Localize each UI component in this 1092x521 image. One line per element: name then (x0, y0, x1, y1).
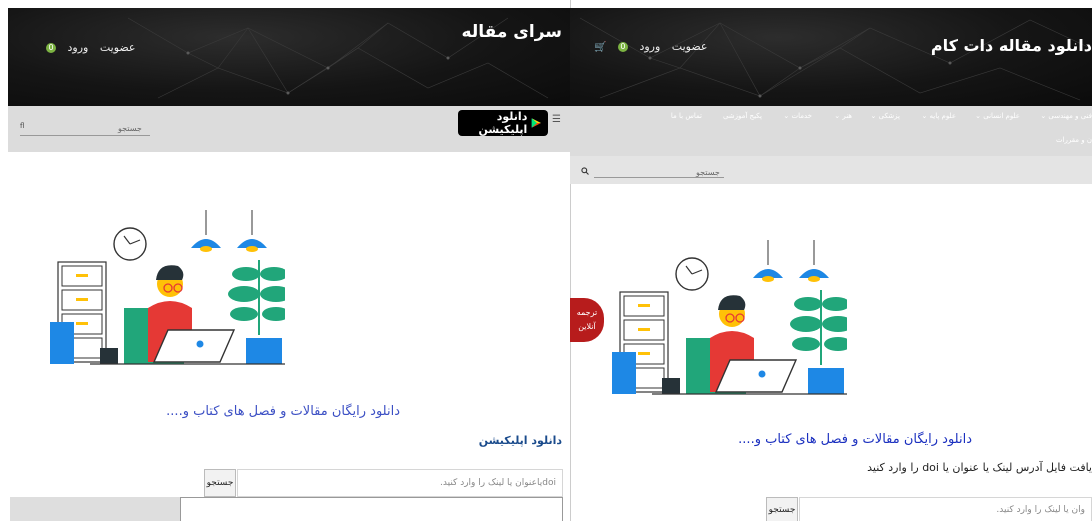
nav-item-services[interactable]: خدمات ⌄ (783, 112, 812, 120)
nav-item-medicine[interactable]: پزشکی ⌄ (871, 112, 900, 120)
nav-item-contact[interactable]: تماس با ما (671, 112, 702, 120)
nav-item-engineering[interactable]: فنی و مهندسی ⌄ (1040, 112, 1092, 120)
network-pattern (579, 17, 1091, 101)
left-window: سرای مقاله 0 عضویت ورود جستجو fl دانلود … (0, 0, 570, 521)
site-title[interactable]: دانلود مقاله دات کام (931, 36, 1092, 55)
footer-block (10, 497, 180, 521)
site-title[interactable]: سرای مقاله (462, 22, 562, 42)
search-bar: جستجو (570, 156, 1092, 184)
login-link[interactable]: ورود (68, 41, 89, 54)
search-button[interactable]: جستجو (204, 469, 236, 497)
right-window: دانلود مقاله دات کام 🛒 0 عضویت ورود فنی … (570, 0, 1092, 521)
nav-item-basic-sciences[interactable]: علوم پایه ⌄ (921, 112, 956, 120)
search-bar: جستجو fl دانلود اپلیکیشن ☰ (8, 106, 570, 152)
illustration (612, 240, 847, 395)
header-hero: دانلود مقاله دات کام 🛒 0 عضویت ورود (570, 8, 1092, 106)
cart-icon[interactable]: 🛒 (594, 42, 606, 53)
download-app-label: دانلود اپلیکیشن (478, 110, 528, 136)
translate-line1: ترجمه (576, 308, 598, 317)
nav-bar: فنی و مهندسی ⌄ علوم انسانی ⌄ علوم پایه ⌄… (570, 106, 1092, 156)
download-app-link[interactable]: دانلود اپلیکیشن (479, 434, 562, 447)
header-search-placeholder: جستجو (696, 168, 720, 177)
cart-count-badge[interactable]: 0 (46, 43, 56, 53)
search-instructions: یافت فایل آدرس لینک یا عنوان یا doi را و… (867, 461, 1092, 474)
translate-line2: آنلاین (578, 322, 596, 331)
nav-item-humanities[interactable]: علوم انسانی ⌄ (975, 112, 1020, 120)
nav-item-rules[interactable]: ن و مقررات (1056, 136, 1092, 144)
login-link[interactable]: ورود (639, 40, 660, 53)
register-link[interactable]: عضویت (100, 41, 136, 54)
cart-count-badge[interactable]: 0 (617, 42, 628, 52)
search-button[interactable]: جستجو (766, 497, 798, 521)
page-subtitle: دانلود رایگان مقالات و فصل های کتاب و...… (738, 432, 972, 447)
download-app-button[interactable]: دانلود اپلیکیشن (458, 110, 548, 136)
search-input[interactable]: وان یا لینک را وارد کنید. (799, 497, 1092, 521)
nav-item-art[interactable]: هنر ⌄ (834, 112, 852, 120)
search-icon[interactable] (581, 167, 589, 175)
search-input[interactable]: doiیاعنوان یا لینک را وارد کنید. (237, 469, 563, 497)
header-hero: سرای مقاله 0 عضویت ورود (8, 8, 570, 106)
illustration (50, 210, 285, 365)
register-link[interactable]: عضویت (672, 40, 708, 53)
header-search-placeholder: جستجو (118, 124, 142, 133)
page-subtitle: دانلود رایگان مقالات و فصل های کتاب و...… (166, 404, 400, 419)
nav-item-training[interactable]: پکیج آموزشی (723, 112, 762, 120)
menu-icon[interactable]: ☰ (552, 114, 561, 125)
search-icon[interactable]: fl (20, 122, 24, 130)
auth-links: 🛒 0 عضویت ورود (586, 40, 707, 53)
online-translation-button[interactable]: ترجمه آنلاین (570, 298, 604, 342)
google-play-icon (532, 118, 542, 128)
results-box (180, 497, 563, 521)
auth-links: 0 عضویت ورود (38, 41, 136, 54)
